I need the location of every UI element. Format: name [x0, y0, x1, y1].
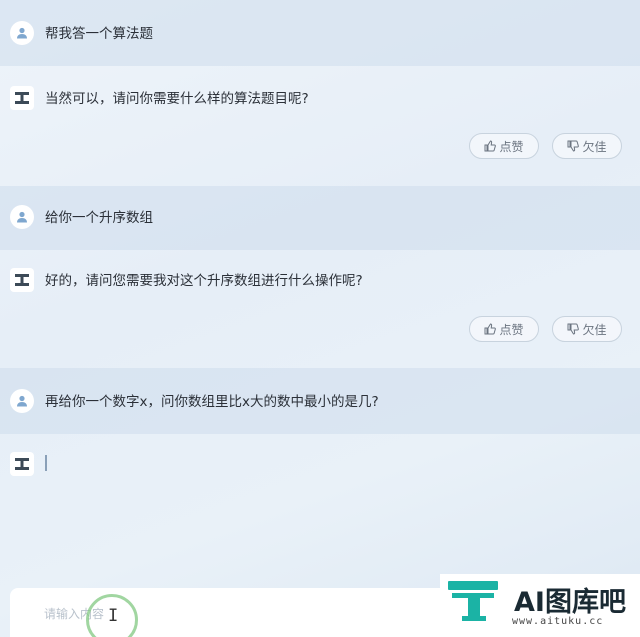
dislike-label: 欠佳 — [582, 139, 607, 154]
like-label: 点赞 — [499, 139, 524, 154]
bot-avatar-icon — [10, 86, 34, 110]
user-avatar-icon — [10, 21, 34, 45]
dislike-button[interactable]: 欠佳 — [552, 316, 622, 342]
chat-area: 帮我答一个算法题 当然可以，请问你需要什么样的算法题目呢? 点赞 欠佳 给你一个… — [0, 0, 640, 637]
like-label: 点赞 — [499, 322, 524, 337]
user-message-text: 给你一个升序数组 — [45, 210, 153, 226]
user-avatar-icon — [10, 389, 34, 413]
like-button[interactable]: 点赞 — [469, 316, 539, 342]
thumbs-down-icon — [567, 140, 580, 152]
user-message-row: 再给你一个数字x，问你数组里比x大的数中最小的是几? — [0, 368, 640, 434]
logo-brand-text: AI图库吧 — [514, 587, 626, 618]
logo-url-text: www.aituku.cc — [512, 616, 604, 627]
dislike-label: 欠佳 — [582, 322, 607, 337]
user-message-text: 帮我答一个算法题 — [45, 26, 153, 42]
user-avatar-icon — [10, 205, 34, 229]
user-message-text: 再给你一个数字x，问你数组里比x大的数中最小的是几? — [45, 394, 379, 410]
bot-message-text: 好的，请问您需要我对这个升序数组进行什么操作呢? — [45, 273, 363, 289]
bot-message-text: 当然可以，请问你需要什么样的算法题目呢? — [45, 91, 309, 107]
bot-message-row: 好的，请问您需要我对这个升序数组进行什么操作呢? 点赞 欠佳 — [0, 250, 640, 368]
dislike-button[interactable]: 欠佳 — [552, 133, 622, 159]
typing-cursor — [45, 455, 47, 471]
bot-message-row — [0, 434, 640, 574]
like-button[interactable]: 点赞 — [469, 133, 539, 159]
text-cursor-icon: I — [108, 606, 119, 626]
bot-avatar-icon — [10, 452, 34, 476]
brand-logo: AI图库吧 www.aituku.cc — [440, 574, 640, 637]
thumbs-down-icon — [567, 323, 580, 335]
thumbs-up-icon — [484, 140, 497, 152]
user-message-row: 帮我答一个算法题 — [0, 0, 640, 66]
user-message-row: 给你一个升序数组 — [0, 186, 640, 250]
bot-message-row: 当然可以，请问你需要什么样的算法题目呢? 点赞 欠佳 — [0, 66, 640, 186]
bot-avatar-icon — [10, 268, 34, 292]
thumbs-up-icon — [484, 323, 497, 335]
logo-mark-icon — [448, 581, 498, 621]
